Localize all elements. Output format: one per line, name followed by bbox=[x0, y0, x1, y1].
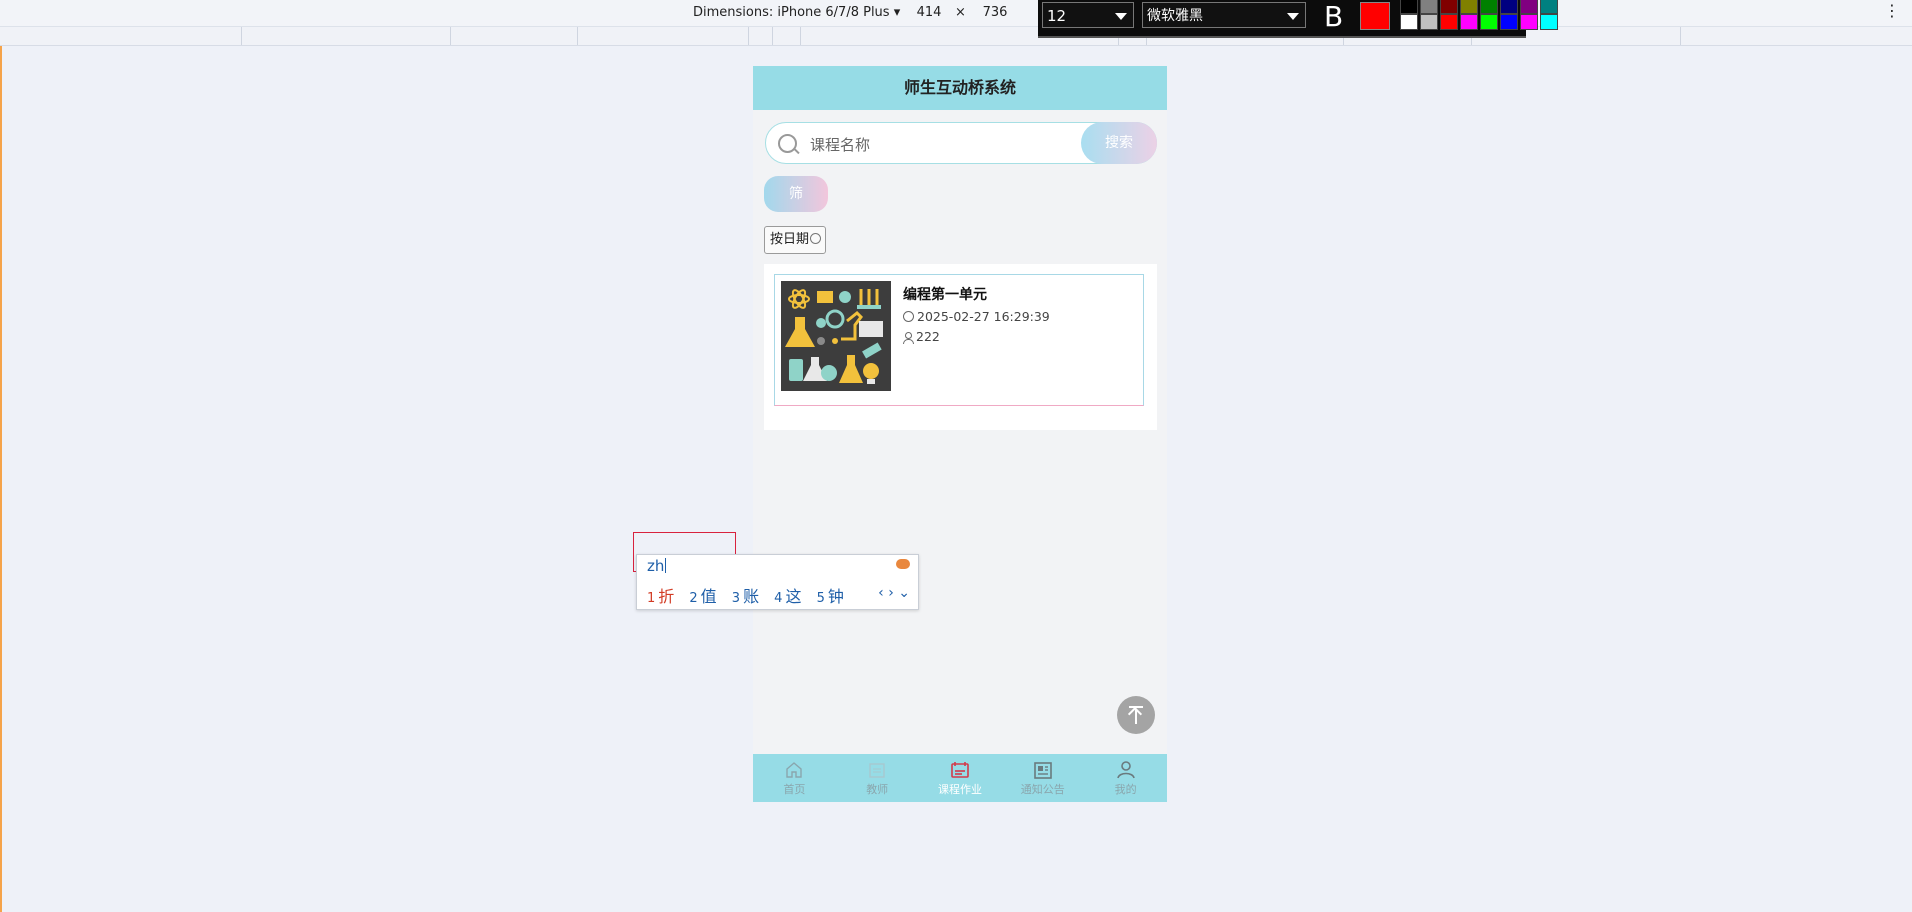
tab-profile[interactable]: 我的 bbox=[1084, 754, 1167, 802]
course-title: 编程第一单元 bbox=[903, 287, 987, 303]
ime-composition-text: zh bbox=[647, 557, 665, 575]
clock-icon bbox=[810, 233, 822, 244]
ime-candidate-list: 1折 2值 3账 4这 5钟 bbox=[647, 583, 854, 607]
filter-button[interactable]: 筛 bbox=[764, 176, 828, 212]
tab-label: 我的 bbox=[1114, 783, 1137, 796]
color-swatch[interactable] bbox=[1440, 0, 1458, 14]
search-button[interactable]: 搜索 bbox=[1081, 122, 1157, 164]
ime-candidate[interactable]: 4这 bbox=[774, 587, 801, 606]
candidate-text: 值 bbox=[700, 587, 717, 606]
color-swatch[interactable] bbox=[1500, 14, 1518, 30]
window-edge bbox=[0, 0, 2, 912]
assignment-icon bbox=[951, 762, 969, 778]
color-swatch[interactable] bbox=[1540, 0, 1558, 14]
back-to-top-button[interactable] bbox=[1117, 696, 1155, 734]
annotation-toolbar: 12 微软雅黑 B bbox=[1038, 0, 1558, 38]
search-bar: 课程名称 搜索 bbox=[765, 122, 1157, 164]
candidate-text: 折 bbox=[658, 587, 675, 606]
candidate-text: 账 bbox=[743, 587, 760, 606]
candidate-text: 钟 bbox=[827, 587, 844, 606]
color-swatch[interactable] bbox=[1440, 14, 1458, 30]
candidate-number: 2 bbox=[689, 591, 698, 606]
color-swatch[interactable] bbox=[1480, 14, 1498, 30]
tab-label: 教师 bbox=[866, 783, 889, 796]
color-swatch[interactable] bbox=[1400, 14, 1418, 30]
current-color-swatch[interactable] bbox=[1360, 2, 1390, 30]
dimension-separator: × bbox=[955, 5, 966, 20]
color-swatch[interactable] bbox=[1420, 0, 1438, 14]
search-input[interactable]: 课程名称 bbox=[810, 134, 870, 155]
phone-viewport: 师生互动桥系统 课程名称 搜索 筛 按日期 编程第一单元 2025-02-27 … bbox=[753, 66, 1167, 802]
chevron-down-icon bbox=[1115, 13, 1127, 20]
course-views-text: 222 bbox=[916, 329, 940, 344]
color-swatch[interactable] bbox=[1460, 14, 1478, 30]
color-swatch[interactable] bbox=[1400, 0, 1418, 14]
color-palette bbox=[1400, 0, 1560, 34]
chevron-down-icon bbox=[1287, 13, 1299, 20]
more-options-icon[interactable]: ⋮ bbox=[1884, 1, 1900, 20]
color-swatch[interactable] bbox=[1500, 0, 1518, 14]
ime-candidate[interactable]: 3账 bbox=[732, 587, 759, 606]
course-thumbnail bbox=[781, 281, 891, 391]
media-query-ruler bbox=[0, 27, 1912, 46]
course-list: 编程第一单元 2025-02-27 16:29:39 222 bbox=[764, 264, 1157, 430]
candidate-number: 5 bbox=[816, 591, 825, 606]
font-family-value: 微软雅黑 bbox=[1147, 8, 1203, 24]
teacher-icon bbox=[869, 763, 885, 778]
user-icon bbox=[903, 332, 914, 344]
devtools-toolbar: Dimensions: iPhone 6/7/8 Plus ▾ 414 × 73… bbox=[0, 0, 1912, 27]
candidate-number: 4 bbox=[774, 591, 783, 606]
tab-notices[interactable]: 通知公告 bbox=[1001, 754, 1084, 802]
ime-page-nav[interactable]: ‹ › ⌄ bbox=[878, 585, 910, 601]
ime-candidate[interactable]: 5钟 bbox=[817, 587, 844, 606]
font-size-value: 12 bbox=[1047, 7, 1067, 25]
text-caret bbox=[665, 558, 667, 573]
user-icon bbox=[1116, 761, 1135, 779]
color-swatch[interactable] bbox=[1420, 14, 1438, 30]
height-input[interactable]: 736 bbox=[975, 5, 1015, 20]
course-date-text: 2025-02-27 16:29:39 bbox=[917, 309, 1050, 324]
tab-label: 课程作业 bbox=[937, 783, 982, 796]
arrow-stem bbox=[1135, 710, 1137, 724]
bold-button[interactable]: B bbox=[1324, 0, 1343, 33]
font-family-select[interactable]: 微软雅黑 bbox=[1142, 2, 1306, 28]
candidate-number: 1 bbox=[647, 591, 656, 606]
tab-teacher[interactable]: 教师 bbox=[836, 754, 919, 802]
ime-logo-icon bbox=[896, 559, 910, 569]
tab-label: 通知公告 bbox=[1020, 783, 1065, 796]
home-icon bbox=[786, 762, 803, 778]
ime-candidate-window: zh 1折 2值 3账 4这 5钟 ‹ › ⌄ bbox=[636, 554, 919, 610]
sort-label: 按日期 bbox=[770, 232, 810, 247]
search-icon bbox=[778, 134, 797, 153]
ime-candidate[interactable]: 1折 bbox=[647, 587, 674, 606]
course-card[interactable]: 编程第一单元 2025-02-27 16:29:39 222 bbox=[774, 274, 1144, 406]
page-title: 师生互动桥系统 bbox=[753, 66, 1167, 110]
course-date: 2025-02-27 16:29:39 bbox=[903, 309, 1050, 324]
candidate-text: 这 bbox=[785, 587, 802, 606]
width-input[interactable]: 414 bbox=[909, 5, 949, 20]
color-swatch[interactable] bbox=[1540, 14, 1558, 30]
bottom-tab-bar: 首页 教师 课程作业 通知公告 我的 bbox=[753, 754, 1167, 802]
news-icon bbox=[1033, 762, 1052, 779]
color-swatch[interactable] bbox=[1480, 0, 1498, 14]
candidate-number: 3 bbox=[731, 591, 741, 606]
device-select[interactable]: Dimensions: iPhone 6/7/8 Plus ▾ bbox=[693, 5, 900, 20]
ime-candidate[interactable]: 2值 bbox=[689, 587, 716, 606]
course-views: 222 bbox=[903, 329, 940, 344]
color-swatch[interactable] bbox=[1460, 0, 1478, 14]
clock-icon bbox=[903, 311, 914, 322]
ime-composition: zh bbox=[647, 557, 667, 575]
color-swatch[interactable] bbox=[1520, 14, 1538, 30]
tab-home[interactable]: 首页 bbox=[753, 754, 836, 802]
tab-assignments[interactable]: 课程作业 bbox=[919, 754, 1002, 802]
tab-label: 首页 bbox=[783, 783, 806, 796]
color-swatch[interactable] bbox=[1520, 0, 1538, 14]
font-size-select[interactable]: 12 bbox=[1042, 2, 1134, 28]
sort-by-date-button[interactable]: 按日期 bbox=[764, 226, 827, 254]
